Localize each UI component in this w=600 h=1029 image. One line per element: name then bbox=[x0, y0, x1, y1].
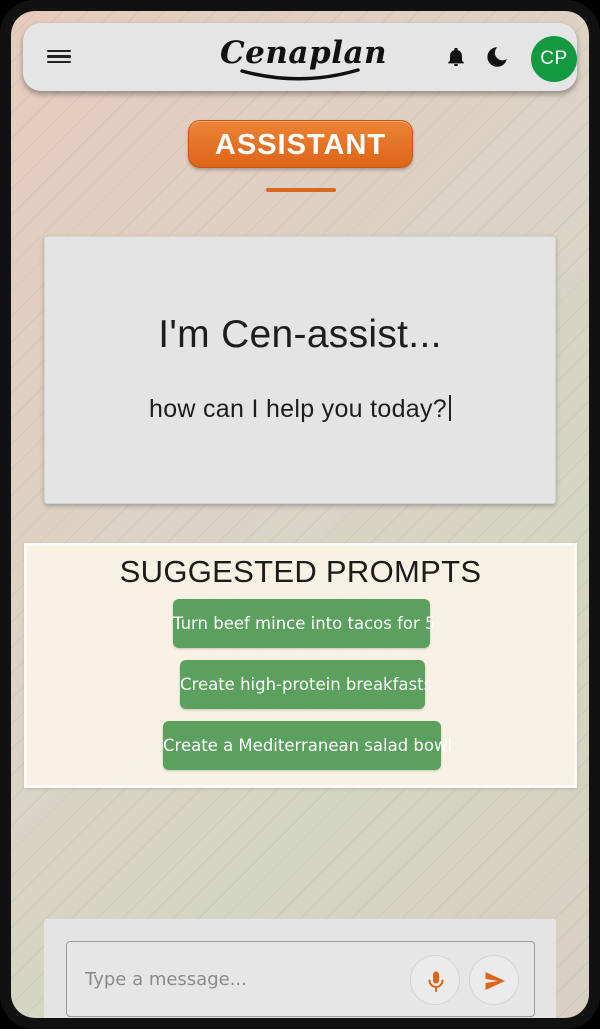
prompt-button[interactable]: Turn beef mince into tacos for 5 bbox=[173, 599, 436, 648]
hamburger-menu-icon[interactable] bbox=[47, 47, 71, 67]
moon-icon[interactable] bbox=[485, 45, 509, 69]
device-frame: Cenaplan CP ASSISTANT I'm Cen-assist... … bbox=[0, 0, 600, 1029]
user-avatar[interactable]: CP bbox=[531, 36, 577, 82]
assistant-intro-card: I'm Cen-assist... how can I help you tod… bbox=[44, 236, 556, 504]
send-icon bbox=[485, 972, 505, 990]
message-composer bbox=[44, 919, 556, 1018]
bell-icon[interactable] bbox=[445, 45, 467, 69]
suggested-prompts-panel: SUGGESTED PROMPTS Turn beef mince into t… bbox=[24, 543, 577, 788]
intro-title: I'm Cen-assist... bbox=[158, 313, 442, 356]
send-button[interactable] bbox=[469, 955, 519, 1005]
microphone-icon bbox=[428, 971, 444, 992]
suggested-prompts-title: SUGGESTED PROMPTS bbox=[119, 554, 482, 589]
logo-swoosh-icon bbox=[240, 68, 360, 81]
app-screen: Cenaplan CP ASSISTANT I'm Cen-assist... … bbox=[11, 11, 589, 1018]
top-app-bar: Cenaplan CP bbox=[23, 23, 577, 91]
intro-subtitle-text: how can I help you today? bbox=[149, 395, 447, 423]
section-badge: ASSISTANT bbox=[188, 120, 413, 168]
app-logo[interactable]: Cenaplan bbox=[220, 33, 387, 83]
intro-subtitle: how can I help you today? bbox=[45, 395, 555, 424]
microphone-button[interactable] bbox=[410, 955, 460, 1005]
badge-underline bbox=[266, 188, 336, 192]
prompt-button[interactable]: Create a Mediterranean salad bowl bbox=[163, 721, 452, 770]
message-input-box bbox=[66, 941, 535, 1017]
typing-caret bbox=[448, 395, 451, 421]
message-input[interactable] bbox=[85, 964, 385, 994]
prompt-button[interactable]: Create high-protein breakfasts bbox=[180, 660, 432, 709]
